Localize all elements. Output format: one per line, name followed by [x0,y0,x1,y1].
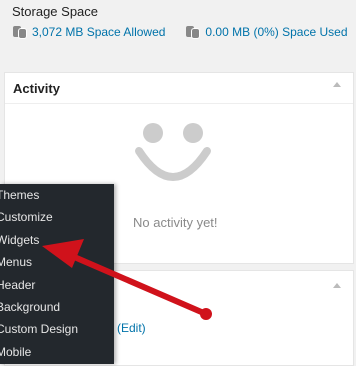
collapse-toggle-icon[interactable] [333,283,341,288]
storage-title: Storage Space [12,4,99,19]
space-used-text[interactable]: 0.00 MB (0%) Space Used [205,25,347,39]
no-activity-text: No activity yet! [133,215,218,230]
storage-space-section: Storage Space 3,072 MB Space Allowed 0.0… [0,0,356,56]
space-used-link[interactable]: 0.00 MB (0%) Space Used [185,25,348,39]
activity-title: Activity [13,81,60,96]
smiley-icon [135,123,211,181]
edit-link[interactable]: (Edit) [117,321,146,335]
space-allowed-link[interactable]: 3,072 MB Space Allowed [12,25,165,39]
menu-item-mobile[interactable]: Mobile [0,341,114,363]
menu-item-menus[interactable]: Menus [0,251,114,273]
activity-header[interactable]: Activity [5,73,353,104]
menu-item-themes[interactable]: Themes [0,184,114,206]
database-icon [12,25,28,39]
appearance-flyout-menu: Themes Customize Widgets Menus Header Ba… [0,184,114,364]
menu-item-background[interactable]: Background [0,296,114,318]
menu-item-customize[interactable]: Customize [0,206,114,228]
menu-item-custom-design[interactable]: Custom Design [0,318,114,340]
menu-item-header[interactable]: Header [0,274,114,296]
collapse-toggle-icon[interactable] [333,82,341,87]
space-allowed-text[interactable]: 3,072 MB Space Allowed [32,25,165,39]
storage-stats: 3,072 MB Space Allowed 0.00 MB (0%) Spac… [12,25,348,39]
menu-item-widgets[interactable]: Widgets [0,229,114,251]
database-icon [185,25,201,39]
